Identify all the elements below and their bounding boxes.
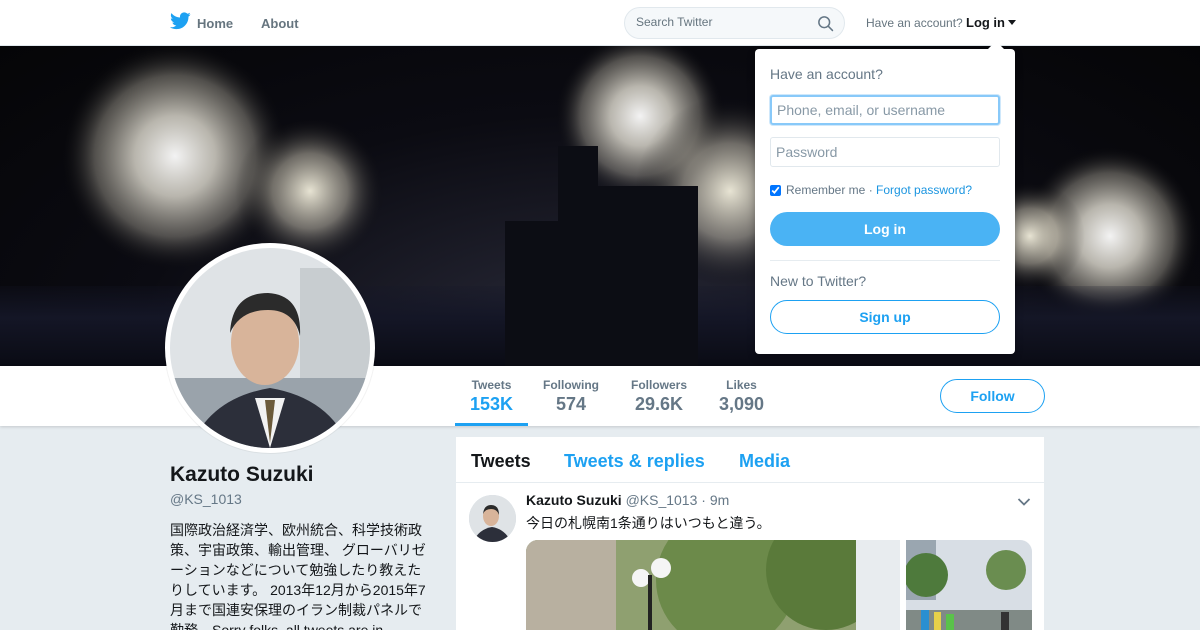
login-dropdown-toggle[interactable]: Log in [966, 15, 1016, 30]
login-link-label: Log in [966, 15, 1005, 30]
caret-down-icon [1008, 20, 1016, 25]
signup-button[interactable]: Sign up [770, 300, 1000, 334]
remember-me-label[interactable]: Remember me [786, 183, 865, 197]
top-navigation-bar: Home About Have an account? Log in [0, 0, 1200, 46]
tweet-header: Kazuto Suzuki @KS_1013 · 9m [526, 492, 729, 508]
stat-value: 574 [555, 394, 587, 414]
building-shape [558, 146, 598, 366]
tweet-photo[interactable] [526, 540, 900, 630]
divider [770, 260, 1000, 261]
login-dropdown-title: Have an account? [770, 66, 883, 82]
tab-tweets[interactable]: Tweets [471, 451, 531, 472]
profile-photo [170, 248, 370, 448]
timeline-card: Tweets Tweets & replies Media Kazuto Suz… [456, 437, 1044, 630]
separator-text: · [865, 183, 877, 197]
nav-about-link[interactable]: About [261, 16, 299, 31]
stat-tweets[interactable]: Tweets 153K [470, 378, 513, 415]
stat-label: Following [543, 378, 599, 392]
stat-value: 29.6K [634, 394, 684, 414]
stat-label: Tweets [471, 378, 512, 392]
search-icon[interactable] [817, 15, 834, 37]
tab-media[interactable]: Media [739, 451, 790, 472]
tweet-item[interactable]: Kazuto Suzuki @KS_1013 · 9m 今日の札幌南1条通りはい… [456, 483, 1044, 630]
stat-following[interactable]: Following 574 [543, 378, 599, 415]
twitter-bird-icon [170, 12, 191, 35]
search-box [624, 7, 845, 39]
profile-avatar[interactable] [165, 243, 375, 453]
tweet-timestamp[interactable]: · 9m [701, 492, 729, 508]
stat-likes[interactable]: Likes 3,090 [719, 378, 764, 415]
login-dropdown: Have an account? Remember me · Forgot pa… [755, 41, 1015, 354]
tweet-author-handle[interactable]: @KS_1013 [626, 492, 698, 508]
search-input[interactable] [636, 15, 806, 29]
username-field[interactable] [770, 95, 1000, 125]
active-stat-underline [455, 423, 528, 426]
building-shape [598, 186, 698, 366]
tweet-text: 今日の札幌南1条通りはいつもと違う。 [526, 515, 771, 531]
login-button[interactable]: Log in [770, 212, 1000, 246]
stat-label: Likes [726, 378, 757, 392]
stat-label: Followers [631, 378, 688, 392]
profile-handle: @KS_1013 [170, 491, 242, 507]
stat-value: 3,090 [719, 394, 765, 414]
chevron-down-icon[interactable] [1017, 494, 1031, 512]
follow-button[interactable]: Follow [940, 379, 1045, 413]
tweet-author-name[interactable]: Kazuto Suzuki [526, 492, 622, 508]
profile-name: Kazuto Suzuki [170, 463, 314, 486]
stat-followers[interactable]: Followers 29.6K [631, 378, 687, 415]
building-shape [505, 221, 560, 366]
forgot-password-link[interactable]: Forgot password? [876, 183, 972, 197]
account-prompt: Have an account? [866, 16, 963, 30]
stat-value: 153K [470, 394, 514, 414]
profile-bio: 国際政治経済学、欧州統合、科学技術政策、宇宙政策、輸出管理、 グローバリゼーショ… [170, 522, 426, 630]
password-field[interactable] [770, 137, 1000, 167]
nav-home-label: Home [197, 16, 234, 31]
tab-tweets-and-replies[interactable]: Tweets & replies [564, 451, 705, 472]
tweet-avatar[interactable] [469, 495, 516, 542]
new-to-twitter-prompt: New to Twitter? [770, 273, 867, 289]
tweet-photo[interactable] [906, 540, 1032, 630]
timeline-tabs: Tweets Tweets & replies Media [456, 437, 1044, 483]
nav-home-link[interactable]: Home [170, 12, 233, 35]
remember-me-checkbox[interactable] [770, 184, 781, 196]
remember-me-row: Remember me · Forgot password? [770, 183, 972, 197]
